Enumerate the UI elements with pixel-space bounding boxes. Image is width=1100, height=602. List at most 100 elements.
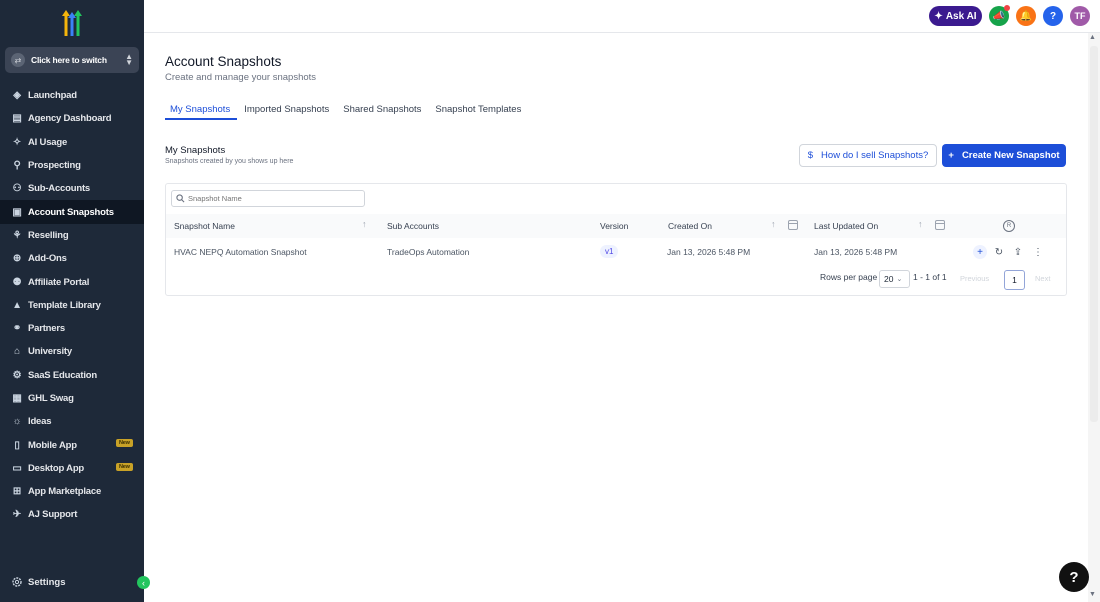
sidebar-item-label: Launchpad — [28, 90, 77, 102]
sidebar: ⇄ Click here to switch ▲ ▼ ◈ Launchpad ▤ Age… — [0, 0, 150, 602]
tab-shared-snapshots[interactable]: Shared Snapshots — [336, 100, 428, 120]
column-header-snapshot-name[interactable]: Snapshot Name — [174, 221, 235, 231]
section-subtitle: Snapshots created by you shows up here — [165, 158, 294, 165]
scroll-up-icon[interactable]: ▲ — [1089, 34, 1096, 41]
sidebar-item-account-snapshots[interactable]: ▣ Account Snapshots — [0, 200, 144, 224]
create-new-snapshot-button[interactable]: + Create New Snapshot — [942, 144, 1066, 167]
sidebar-item-saas-education[interactable]: ⚙ SaaS Education — [0, 364, 144, 387]
sidebar-item-label: App Marketplace — [28, 486, 102, 498]
version-badge: v1 — [600, 245, 619, 258]
dollar-icon: $ — [807, 150, 814, 161]
how-to-sell-snapshots-button[interactable]: $ How do I sell Snapshots? — [799, 144, 937, 167]
page-1-button[interactable]: 1 — [1004, 270, 1025, 290]
sidebar-item-label: Sub-Accounts — [28, 183, 90, 195]
snapshot-name-cell[interactable]: HVAC NEPQ Automation Snapshot — [174, 247, 307, 257]
chevron-updown-icon: ▲ ▼ — [125, 52, 133, 67]
ask-ai-label: Ask AI — [945, 10, 977, 22]
table-header: Snapshot Name ↑ Sub Accounts Version Cre… — [166, 214, 1066, 238]
tab-imported-snapshots[interactable]: Imported Snapshots — [237, 100, 336, 120]
sidebar-item-affiliate-portal[interactable]: ⚉ Affiliate Portal — [0, 270, 144, 293]
help-chat-button[interactable]: ? — [1059, 562, 1089, 592]
calendar-icon[interactable] — [935, 220, 945, 230]
tab-snapshot-templates[interactable]: Snapshot Templates — [428, 100, 528, 120]
column-header-version: Version — [600, 221, 629, 231]
notification-dot — [1004, 5, 1010, 11]
more-options-icon[interactable]: ⋮ — [1031, 245, 1045, 259]
table-row[interactable]: HVAC NEPQ Automation Snapshot TradeOps A… — [166, 239, 1066, 265]
sidebar-item-agency-dashboard[interactable]: ▤ Agency Dashboard — [0, 107, 144, 130]
calendar-icon[interactable] — [788, 220, 798, 230]
sidebar-item-ai-usage[interactable]: ✧ AI Usage — [0, 131, 144, 154]
sidebar-item-label: Add-Ons — [28, 253, 67, 265]
sidebar-item-ghl-swag[interactable]: ▦ GHL Swag — [0, 387, 144, 410]
refresh-icon[interactable]: ↻ — [992, 245, 1006, 259]
sidebar-item-university[interactable]: ⌂ University — [0, 340, 144, 363]
help-button[interactable]: ? — [1043, 6, 1063, 26]
column-settings-icon[interactable]: R — [1003, 220, 1015, 232]
handshake-icon: ⚭ — [12, 323, 22, 335]
sort-arrow-icon[interactable]: ↑ — [362, 219, 367, 229]
sidebar-item-template-library[interactable]: ▲ Template Library — [0, 294, 144, 317]
sidebar-item-add-ons[interactable]: ⊕ Add-Ons — [0, 247, 144, 270]
plus-icon: + — [948, 150, 954, 161]
prospecting-icon: ⚲ — [13, 160, 21, 172]
search-field[interactable] — [171, 190, 365, 207]
sidebar-item-label: Mobile App — [28, 439, 77, 451]
share-icon[interactable]: ⇪ — [1011, 245, 1025, 259]
grid-icon: ⊞ — [12, 486, 22, 498]
chevron-down-icon: ⌄ — [896, 276, 903, 283]
sort-arrow-icon[interactable]: ↑ — [771, 219, 776, 229]
addons-icon: ⊕ — [12, 253, 22, 265]
location-switcher[interactable]: ⇄ Click here to switch ▲ ▼ — [5, 47, 139, 73]
next-page-button[interactable]: Next — [1035, 274, 1050, 283]
sidebar-item-desktop-app[interactable]: ▭ Desktop App New — [0, 457, 144, 480]
sidebar-item-label: Prospecting — [28, 160, 81, 172]
users-icon: ⚉ — [12, 276, 22, 288]
pagination-range: 1 - 1 of 1 — [913, 272, 947, 282]
ask-ai-button[interactable]: ✦ Ask AI — [929, 6, 982, 26]
sidebar-item-label: AI Usage — [28, 136, 68, 148]
rows-per-page-label: Rows per page — [820, 272, 878, 282]
announcements-button[interactable]: 📣 — [989, 5, 1010, 26]
avatar[interactable]: TF — [1070, 6, 1090, 26]
app-logo-icon[interactable] — [58, 10, 86, 36]
sidebar-item-label: Partners — [28, 323, 65, 335]
previous-page-button[interactable]: Previous — [960, 274, 989, 283]
switcher-label: Click here to switch — [31, 55, 107, 65]
sidebar-item-aj-support[interactable]: ✈ AJ Support — [0, 503, 144, 526]
sidebar-item-prospecting[interactable]: ⚲ Prospecting — [0, 154, 144, 177]
sidebar-item-mobile-app[interactable]: ▯ Mobile App New — [0, 433, 144, 456]
sidebar-item-label: Reselling — [28, 229, 69, 241]
sidebar-item-app-marketplace[interactable]: ⊞ App Marketplace — [0, 480, 144, 503]
question-icon: ? — [1069, 568, 1079, 586]
rows-per-page-select[interactable]: 20 ⌄ — [879, 270, 910, 288]
column-header-sub-accounts: Sub Accounts — [387, 221, 439, 231]
avatar-initials: TF — [1074, 11, 1086, 21]
sidebar-item-sub-accounts[interactable]: ⚇ Sub-Accounts — [0, 177, 144, 200]
sort-arrow-icon[interactable]: ↑ — [918, 219, 923, 229]
page-title: Account Snapshots — [165, 54, 282, 69]
sidebar-item-reselling[interactable]: ⚘ Reselling — [0, 224, 144, 247]
column-header-created-on[interactable]: Created On — [668, 221, 712, 231]
sidebar-item-ideas[interactable]: ☼ Ideas — [0, 410, 144, 433]
dashboard-icon: ▤ — [12, 113, 22, 125]
library-icon: ▲ — [12, 299, 22, 311]
tab-my-snapshots[interactable]: My Snapshots — [165, 100, 238, 120]
sidebar-item-partners[interactable]: ⚭ Partners — [0, 317, 144, 340]
sidebar-item-settings[interactable]: Settings — [0, 571, 144, 593]
column-header-last-updated-on[interactable]: Last Updated On — [814, 221, 878, 231]
search-icon — [176, 194, 185, 203]
sidebar-item-label: Affiliate Portal — [28, 276, 90, 288]
collapse-sidebar-button[interactable]: ‹ — [137, 576, 150, 589]
bell-icon: 🔔 — [1019, 10, 1033, 22]
search-input[interactable] — [188, 194, 358, 203]
sidebar-item-launchpad[interactable]: ◈ Launchpad — [0, 84, 144, 107]
scroll-down-icon[interactable]: ▼ — [1089, 591, 1096, 598]
create-snapshot-label: Create New Snapshot — [961, 150, 1060, 161]
sidebar-item-label: Agency Dashboard — [28, 113, 112, 125]
scrollbar-thumb[interactable] — [1090, 46, 1098, 422]
user-icon: ⚇ — [12, 183, 22, 195]
add-icon[interactable]: + — [973, 245, 987, 259]
notifications-button[interactable]: 🔔 — [1016, 6, 1036, 26]
reselling-icon: ⚘ — [12, 229, 22, 241]
